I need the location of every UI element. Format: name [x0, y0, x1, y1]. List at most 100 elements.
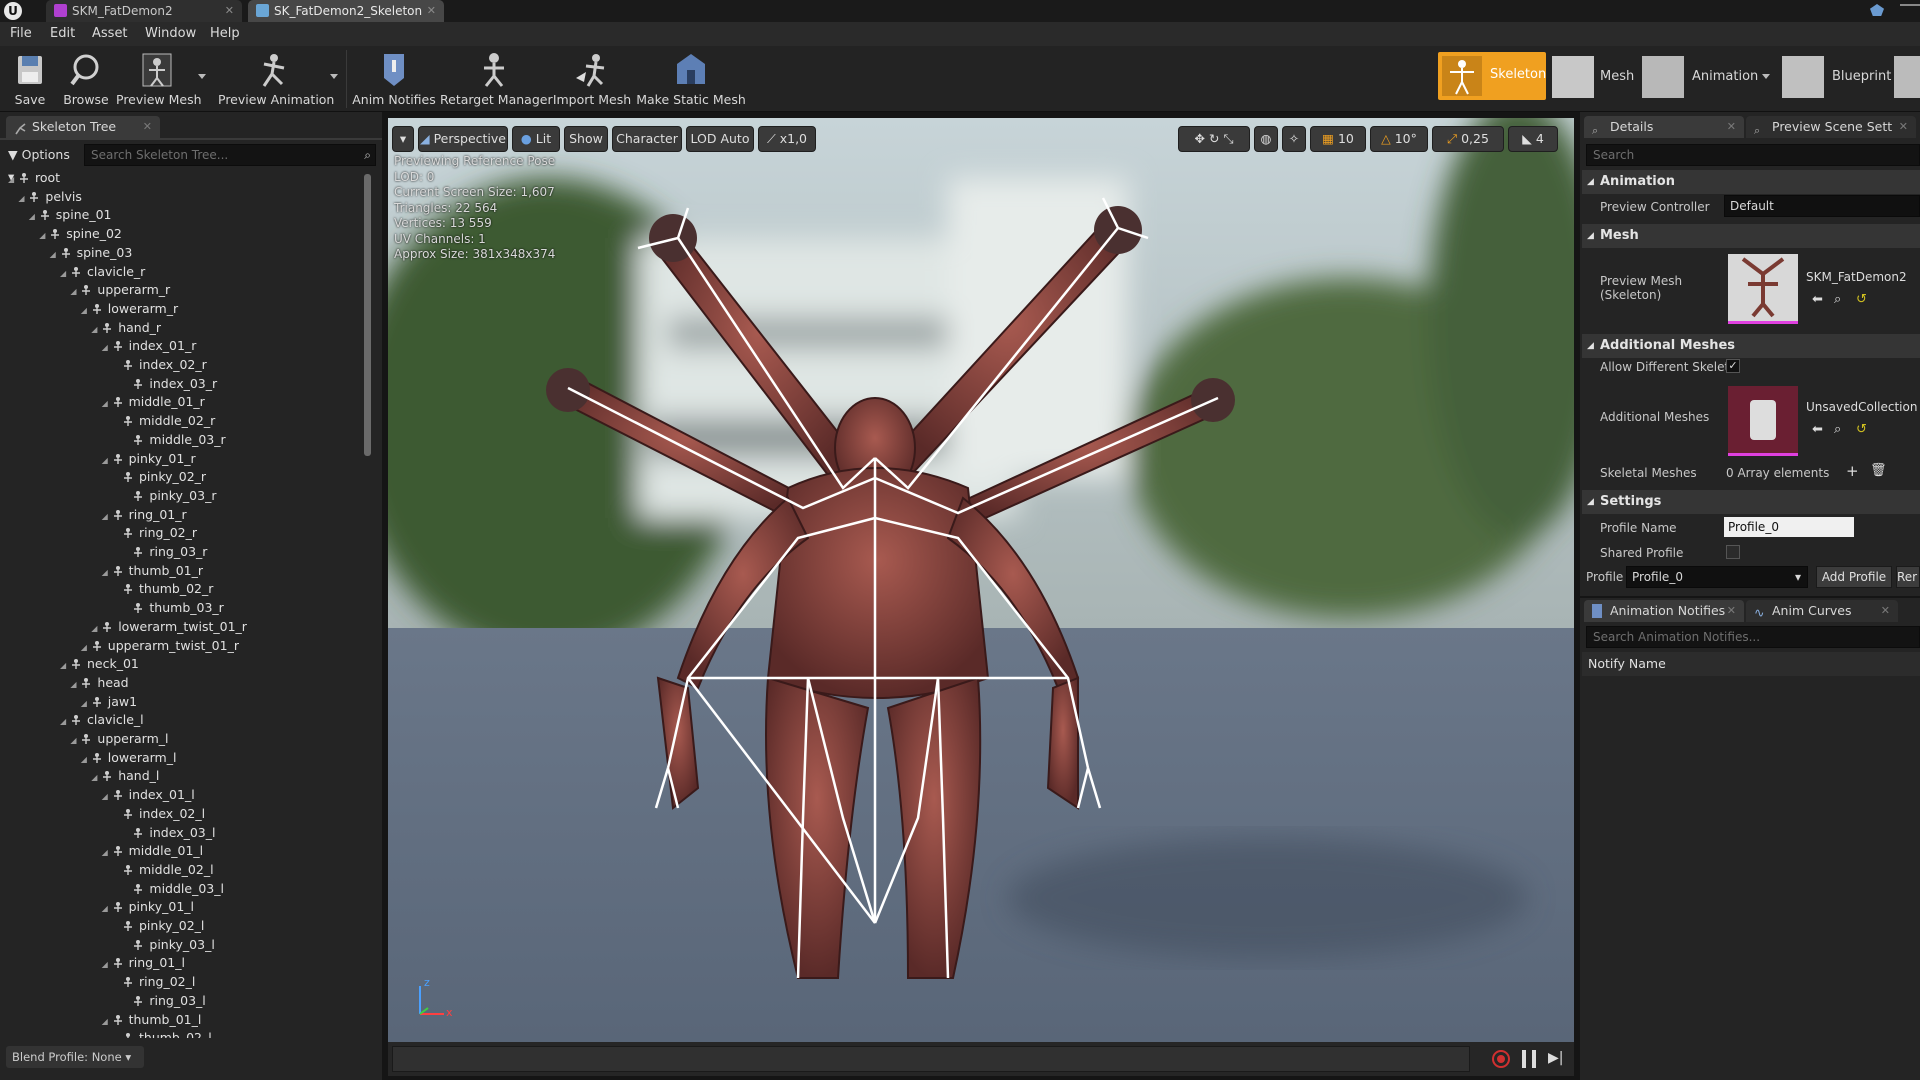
mode-animation-label[interactable]: Animation	[1692, 69, 1758, 84]
mesh-section-header[interactable]: ◢ Mesh	[1582, 224, 1920, 248]
close-icon[interactable]: ✕	[1881, 600, 1890, 622]
browse-button[interactable]: Browse	[58, 46, 114, 112]
bone-row[interactable]: ◢ index_01_r	[102, 338, 197, 357]
bone-row[interactable]: index_03_r	[122, 376, 217, 395]
bone-row[interactable]: ◢ jaw1	[81, 694, 137, 713]
bone-row[interactable]: ◢ root	[8, 170, 60, 189]
allow-different-checkbox[interactable]: ✓	[1726, 359, 1740, 373]
make-static-mesh-button[interactable]: Make Static Mesh	[636, 46, 746, 112]
bone-row[interactable]: ◢ pelvis	[18, 189, 81, 208]
bone-row[interactable]: ◢ lowerarm_l	[81, 750, 177, 769]
bone-row[interactable]: ring_02_l	[112, 974, 195, 993]
content-browser-icon[interactable]	[1870, 4, 1884, 16]
tree-scrollbar[interactable]	[364, 174, 371, 456]
mesh-mode-icon[interactable]	[1552, 56, 1594, 98]
notifies-search-input[interactable]: Search Animation Notifies...	[1586, 626, 1920, 648]
bone-row[interactable]: ◢ clavicle_r	[60, 264, 145, 283]
bone-row[interactable]: ◢ middle_01_r	[102, 394, 205, 413]
bone-row[interactable]: ◢ ring_01_r	[102, 507, 187, 526]
bone-row[interactable]: ◢ upperarm_twist_01_r	[81, 638, 239, 657]
remove-profile-button[interactable]: Rer	[1896, 566, 1920, 588]
bone-row[interactable]: ◢ spine_01	[29, 207, 112, 226]
profile-name-input[interactable]: Profile_0	[1724, 517, 1854, 537]
expand-arrow-icon[interactable]: ◢	[18, 194, 28, 203]
menu-edit[interactable]: Edit	[50, 22, 75, 46]
close-icon[interactable]: ✕	[1727, 600, 1736, 622]
expand-arrow-icon[interactable]: ◢	[102, 568, 112, 577]
anim-notifies-button[interactable]: Anim Notifies	[352, 46, 436, 112]
step-forward-icon[interactable]: ▶|	[1548, 1050, 1563, 1066]
trash-icon[interactable]: 🗑	[1870, 463, 1887, 478]
transform-tools[interactable]: ✥ ↻ ⤡	[1178, 126, 1250, 152]
bone-row[interactable]: middle_02_r	[112, 413, 215, 432]
mode-skeleton-button[interactable]: Skeleton	[1438, 52, 1546, 100]
use-selected-icon[interactable]: ⬅	[1812, 292, 1823, 307]
close-icon[interactable]: ✕	[225, 0, 234, 22]
options-dropdown[interactable]: ▼ Options ▾	[8, 144, 80, 184]
expand-arrow-icon[interactable]: ◢	[102, 343, 112, 352]
menu-window[interactable]: Window	[145, 22, 196, 46]
reset-icon[interactable]: ↺	[1856, 292, 1867, 307]
expand-arrow-icon[interactable]: ◢	[102, 512, 112, 521]
profile-select[interactable]: Profile_0 ▾	[1626, 566, 1808, 588]
record-icon[interactable]	[1492, 1050, 1510, 1068]
bone-row[interactable]: ◢ index_01_l	[102, 787, 195, 806]
bone-row[interactable]: thumb_03_r	[122, 600, 224, 619]
expand-arrow-icon[interactable]: ◢	[102, 792, 112, 801]
show-button[interactable]: Show	[564, 126, 608, 152]
bone-row[interactable]: index_02_l	[112, 806, 205, 825]
bone-row[interactable]: ◢ middle_01_l	[102, 843, 204, 862]
scale-snap-button[interactable]: ⤢ 0,25	[1432, 126, 1504, 152]
skeleton-search-input[interactable]: Search Skeleton Tree... ⌕	[84, 144, 376, 166]
expand-arrow-icon[interactable]: ◢	[91, 325, 101, 334]
expand-arrow-icon[interactable]: ◢	[81, 755, 91, 764]
expand-arrow-icon[interactable]: ◢	[81, 699, 91, 708]
bone-row[interactable]: ◢ upperarm_l	[70, 731, 168, 750]
close-icon[interactable]: ✕	[1727, 116, 1736, 138]
mode-mesh-label[interactable]: Mesh	[1600, 69, 1634, 84]
expand-arrow-icon[interactable]: ◢	[39, 231, 49, 240]
import-mesh-button[interactable]: Import Mesh	[552, 46, 632, 112]
expand-arrow-icon[interactable]: ◢	[70, 287, 80, 296]
bone-row[interactable]: thumb_02_l	[112, 1030, 212, 1038]
expand-arrow-icon[interactable]: ◢	[91, 773, 101, 782]
tab-anim-curves[interactable]: ∿ Anim Curves ✕	[1746, 600, 1898, 622]
bone-row[interactable]: ◢ head	[70, 675, 128, 694]
expand-arrow-icon[interactable]: ◢	[29, 212, 39, 221]
expand-arrow-icon[interactable]: ◢	[70, 736, 80, 745]
bone-row[interactable]: ◢ hand_l	[91, 768, 159, 787]
tab-animation-notifies[interactable]: Animation Notifies ✕	[1584, 600, 1744, 622]
expand-arrow-icon[interactable]: ◢	[81, 643, 91, 652]
chevron-down-icon[interactable]	[330, 74, 338, 79]
expand-arrow-icon[interactable]: ◢	[60, 717, 70, 726]
viewport[interactable]: ▾ ◢ Perspective ● Lit Show Character LOD…	[388, 118, 1574, 1042]
mode-blueprint-label[interactable]: Blueprint	[1832, 69, 1891, 84]
expand-arrow-icon[interactable]: ◢	[102, 848, 112, 857]
expand-arrow-icon[interactable]: ◢	[102, 904, 112, 913]
add-element-icon[interactable]: +	[1846, 462, 1859, 480]
tab-preview-scene-settings[interactable]: ⌕ Preview Scene Sett ✕	[1746, 116, 1916, 138]
playback-speed-button[interactable]: ⟋ x1,0	[758, 126, 816, 152]
menu-file[interactable]: File	[10, 22, 32, 46]
pause-icon[interactable]	[1522, 1050, 1536, 1068]
reset-icon[interactable]: ↺	[1856, 422, 1867, 437]
menu-help[interactable]: Help	[210, 22, 240, 46]
bone-row[interactable]: ◢ spine_02	[39, 226, 122, 245]
tab-skm-fatdemon2[interactable]: SKM_FatDemon2 ✕	[46, 0, 242, 22]
preview-controller-select[interactable]: Default	[1724, 195, 1920, 217]
tab-skeleton-tree[interactable]: Skeleton Tree ✕	[6, 116, 160, 138]
window-minimize-icon[interactable]	[1900, 4, 1920, 18]
bone-row[interactable]: ◢ clavicle_l	[60, 712, 144, 731]
blueprint-mode-icon[interactable]	[1782, 56, 1824, 98]
expand-arrow-icon[interactable]: ◢	[60, 269, 70, 278]
surface-snap-toggle[interactable]: ✧	[1282, 126, 1306, 152]
expand-arrow-icon[interactable]: ◢	[91, 624, 101, 633]
bone-row[interactable]: middle_03_r	[122, 432, 226, 451]
lit-button[interactable]: ● Lit	[512, 126, 560, 152]
expand-arrow-icon[interactable]: ◢	[50, 250, 60, 259]
menu-asset[interactable]: Asset	[92, 22, 128, 46]
bone-row[interactable]: ◢ upperarm_r	[70, 282, 170, 301]
chevron-down-icon[interactable]	[1762, 74, 1770, 79]
expand-arrow-icon[interactable]: ◢	[102, 456, 112, 465]
bone-row[interactable]: ◢ neck_01	[60, 656, 139, 675]
